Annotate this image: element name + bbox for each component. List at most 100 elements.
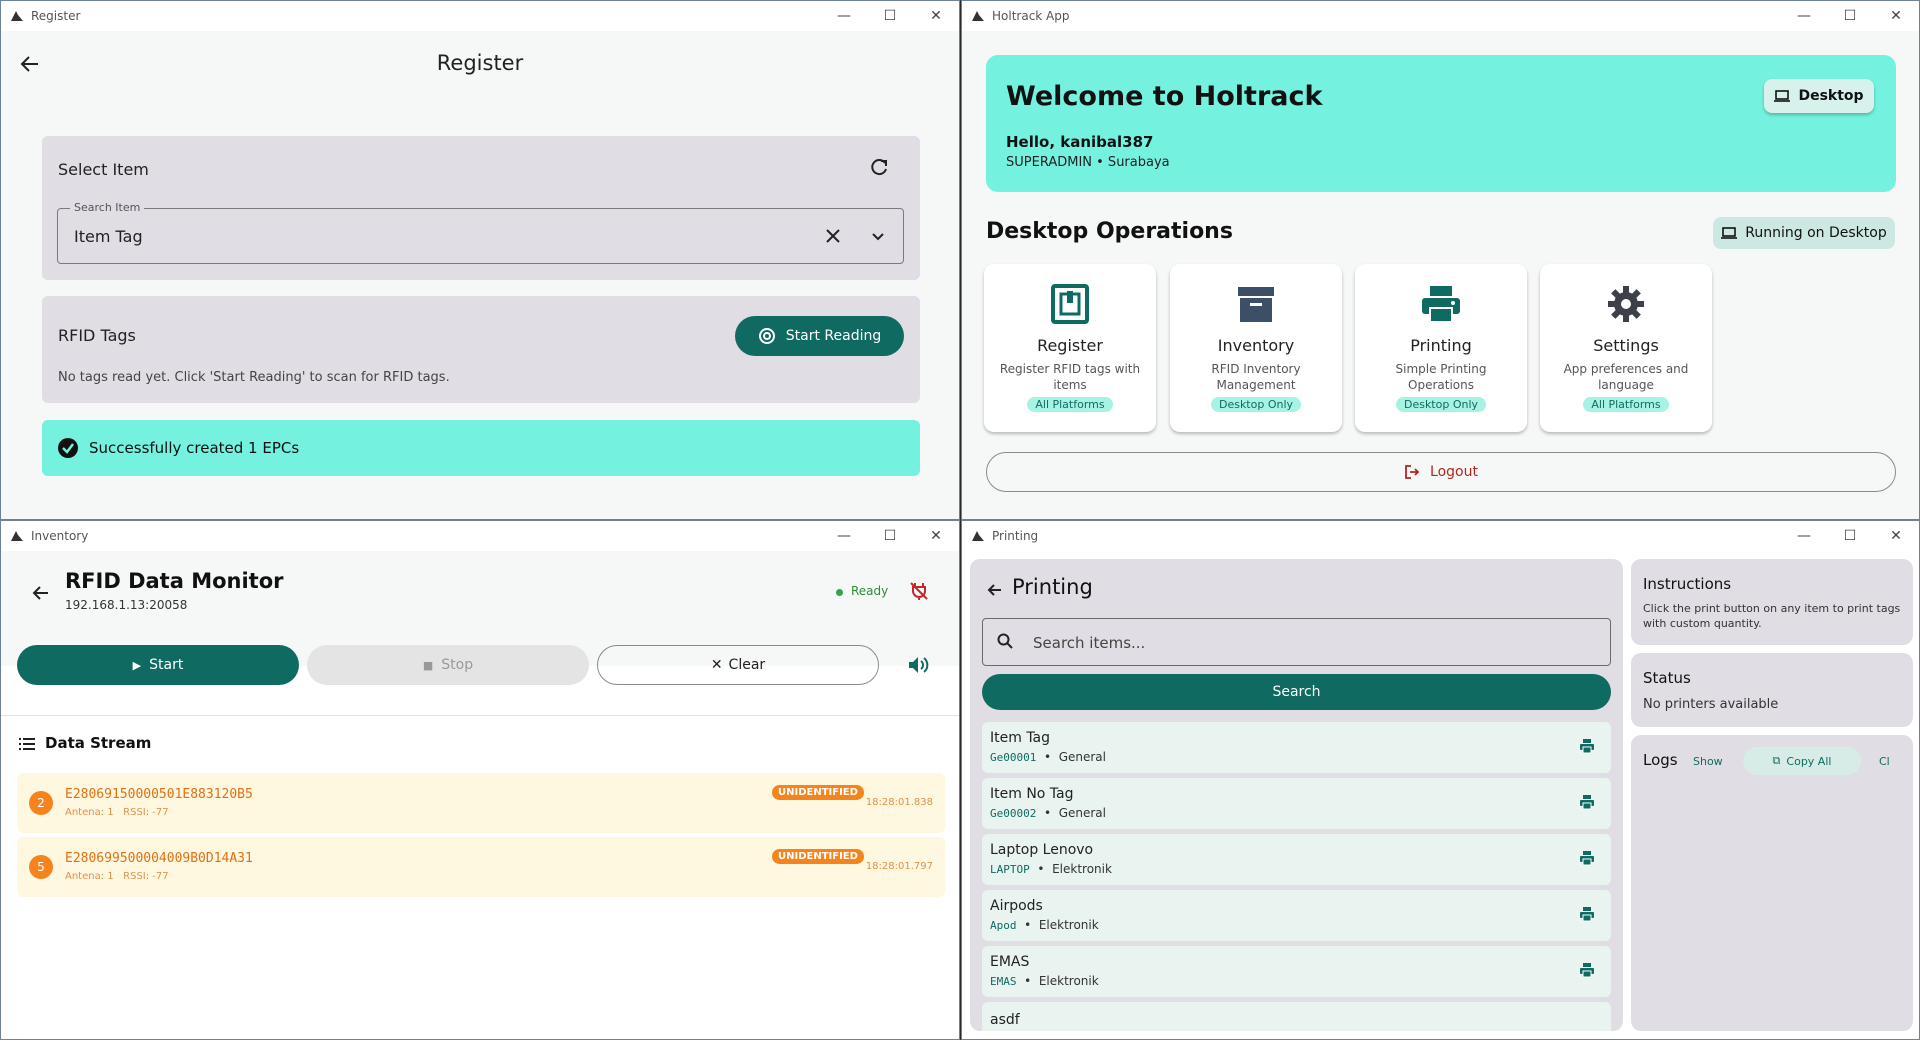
meta-text: Antena: 1 RSSI: -77	[65, 871, 169, 882]
maximize-button[interactable]: ☐	[1827, 521, 1873, 551]
desktop-chip[interactable]: Desktop	[1764, 79, 1874, 113]
list-item[interactable]: Airpods Apod • Elektronik	[982, 890, 1611, 941]
check-circle-icon	[58, 438, 78, 462]
refresh-icon[interactable]	[868, 156, 890, 182]
minimize-button[interactable]: —	[1781, 1, 1827, 31]
close-button[interactable]: ✕	[913, 521, 959, 551]
close-button[interactable]: ✕	[913, 1, 959, 31]
search-item-field[interactable]: Search Item Item Tag	[57, 201, 904, 264]
success-banner: Successfully created 1 EPCs	[42, 420, 920, 476]
archive-icon	[1234, 282, 1278, 326]
stop-button[interactable]: ■ Stop	[307, 645, 589, 685]
field-value: Item Tag	[74, 227, 143, 246]
print-icon[interactable]	[1579, 962, 1595, 982]
start-reading-button[interactable]: Start Reading	[735, 316, 904, 356]
app-icon	[970, 528, 986, 544]
item-category: Elektronik	[1038, 918, 1099, 932]
logs-show-link[interactable]: Show	[1693, 755, 1723, 768]
item-name: Item No Tag	[990, 786, 1074, 802]
printing-window: Printing — ☐ ✕ Printing Search items... …	[961, 520, 1920, 1040]
timestamp: 18:28:01.838	[865, 797, 933, 808]
start-button[interactable]: ▶ Start	[17, 645, 299, 685]
op-card-inventory[interactable]: Inventory RFID Inventory Management Desk…	[1170, 264, 1342, 432]
minimize-button[interactable]: —	[821, 1, 867, 31]
section-title: Desktop Operations	[986, 219, 1233, 244]
op-card-printing[interactable]: Printing Simple Printing Operations Desk…	[1355, 264, 1527, 432]
list-item[interactable]: Item Tag Ge00001 • General	[982, 722, 1611, 773]
holtrack-window: Holtrack App — ☐ ✕ Welcome to Holtrack H…	[961, 0, 1920, 520]
close-button[interactable]: ✕	[1873, 1, 1919, 31]
logout-button[interactable]: Logout	[986, 452, 1896, 492]
op-title: Register	[1037, 336, 1103, 355]
search-placeholder: Search items...	[1033, 634, 1146, 652]
list-item[interactable]: 2 E28069150000501E883120B5 Antena: 1 RSS…	[17, 773, 945, 833]
window-title: Inventory	[31, 529, 89, 543]
items-panel: Printing Search items... Search Item Tag…	[970, 559, 1623, 1031]
status-badge: UNIDENTIFIED	[772, 785, 864, 800]
divider	[1, 715, 959, 716]
print-icon[interactable]	[1579, 738, 1595, 758]
volume-icon[interactable]	[907, 655, 929, 679]
item-name: EMAS	[990, 954, 1030, 970]
item-category: General	[1058, 806, 1106, 820]
disconnect-icon[interactable]	[909, 581, 929, 605]
back-arrow-icon[interactable]	[31, 583, 51, 607]
minimize-button[interactable]: —	[821, 521, 867, 551]
window-title: Holtrack App	[992, 9, 1070, 23]
op-card-register[interactable]: Register Register RFID tags with items A…	[984, 264, 1156, 432]
print-icon[interactable]	[1579, 906, 1595, 926]
list-item[interactable]: Laptop Lenovo LAPTOP • Elektronik	[982, 834, 1611, 885]
window-title: Printing	[992, 529, 1039, 543]
op-desc: Simple Printing Operations	[1395, 362, 1487, 392]
maximize-button[interactable]: ☐	[867, 521, 913, 551]
copy-all-label: Copy All	[1786, 754, 1832, 768]
list-item[interactable]: asdf	[982, 1002, 1611, 1031]
print-icon[interactable]	[1579, 850, 1595, 870]
register-window: Register — ☐ ✕ Register Select Item Sear…	[0, 0, 960, 520]
rfid-empty-text: No tags read yet. Click 'Start Reading' …	[58, 370, 450, 385]
titlebar: Inventory — ☐ ✕	[1, 521, 959, 551]
count-badge: 5	[29, 855, 53, 879]
maximize-button[interactable]: ☐	[1827, 1, 1873, 31]
hello-text: Hello, kanibal387	[1006, 133, 1154, 151]
op-title: Settings	[1593, 336, 1659, 355]
epc-text: E280699500004009B0D14A31	[65, 851, 253, 866]
print-icon[interactable]	[1579, 794, 1595, 814]
item-code: EMAS	[990, 975, 1017, 988]
copy-icon: ⧉	[1772, 754, 1781, 767]
select-item-heading: Select Item	[58, 160, 149, 179]
rfid-tags-card: RFID Tags Start Reading No tags read yet…	[42, 296, 920, 403]
logs-clear-button[interactable]: Cl	[1879, 755, 1890, 768]
instructions-panel: Instructions Click the print button on a…	[1631, 559, 1913, 645]
search-input[interactable]: Search items...	[982, 618, 1611, 666]
list-item[interactable]: Item No Tag Ge00002 • General	[982, 778, 1611, 829]
clear-icon[interactable]	[823, 226, 843, 250]
page-title: RFID Data Monitor	[65, 569, 284, 593]
window-title: Register	[31, 9, 81, 23]
close-button[interactable]: ✕	[1873, 521, 1919, 551]
list-item[interactable]: EMAS EMAS • Elektronik	[982, 946, 1611, 997]
status-text: No printers available	[1643, 697, 1779, 712]
clear-button[interactable]: ✕ Clear	[597, 645, 879, 685]
copy-all-button[interactable]: ⧉ Copy All	[1743, 747, 1861, 775]
back-arrow-icon[interactable]	[986, 581, 1004, 603]
search-button[interactable]: Search	[982, 674, 1611, 710]
item-code: Ge00002	[990, 807, 1037, 820]
logout-label: Logout	[1430, 464, 1478, 480]
op-badge: All Platforms	[1027, 397, 1113, 412]
minimize-button[interactable]: —	[1781, 521, 1827, 551]
close-icon: ✕	[710, 657, 723, 673]
maximize-button[interactable]: ☐	[867, 1, 913, 31]
running-chip: Running on Desktop	[1713, 217, 1895, 249]
item-name: Item Tag	[990, 730, 1051, 746]
item-name: Airpods	[990, 898, 1043, 914]
op-card-settings[interactable]: Settings App preferences and language Al…	[1540, 264, 1712, 432]
list-item[interactable]: 5 E280699500004009B0D14A31 Antena: 1 RSS…	[17, 837, 945, 897]
op-desc: App preferences and language	[1563, 362, 1689, 392]
chevron-down-icon[interactable]	[869, 227, 887, 249]
status-dot	[836, 589, 843, 596]
field-label: Search Item	[70, 201, 145, 214]
stop-label: Stop	[441, 657, 474, 673]
search-icon	[997, 633, 1013, 653]
status-badge: Ready	[851, 584, 889, 598]
